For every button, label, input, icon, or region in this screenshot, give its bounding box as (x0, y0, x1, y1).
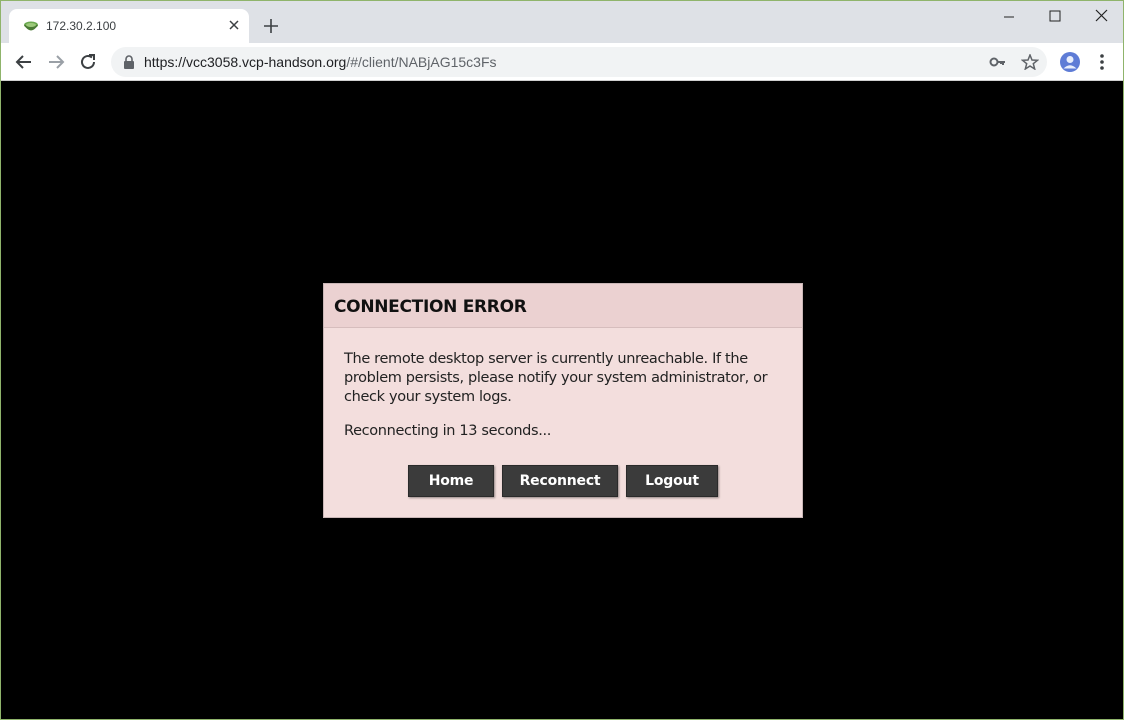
maximize-icon[interactable] (1032, 7, 1078, 27)
reconnect-button[interactable]: Reconnect (502, 465, 618, 497)
tab-title: 172.30.2.100 (46, 19, 117, 33)
kebab-menu-icon[interactable] (1093, 51, 1111, 73)
star-icon[interactable] (1021, 54, 1039, 70)
title-bar: 172.30.2.100 (1, 1, 1123, 43)
connection-error-dialog: CONNECTION ERROR The remote desktop serv… (323, 283, 803, 518)
url-path: /#/client/NABjAG15c3Fs (346, 54, 497, 70)
url-text: https://vcc3058.vcp-handson.org/#/client… (144, 54, 497, 70)
minimize-icon[interactable] (986, 7, 1032, 27)
url-origin: https://vcc3058.vcp-handson.org (144, 54, 347, 70)
browser-toolbar: https://vcc3058.vcp-handson.org/#/client… (1, 43, 1123, 81)
key-icon[interactable] (989, 54, 1007, 70)
dialog-message: The remote desktop server is currently u… (344, 351, 768, 405)
lock-icon[interactable] (123, 55, 135, 69)
close-tab-icon[interactable] (227, 18, 241, 32)
reload-icon[interactable] (77, 51, 99, 73)
back-icon[interactable] (13, 51, 35, 73)
home-button[interactable]: Home (408, 465, 494, 497)
address-bar[interactable]: https://vcc3058.vcp-handson.org/#/client… (111, 47, 1047, 77)
new-tab-icon[interactable] (263, 18, 279, 34)
guacamole-bowl-icon (24, 21, 38, 31)
close-icon[interactable] (1078, 7, 1124, 27)
dialog-title: CONNECTION ERROR (324, 284, 802, 328)
reconnect-countdown: Reconnecting in 13 seconds... (344, 423, 552, 439)
forward-icon[interactable] (45, 51, 67, 73)
logout-button[interactable]: Logout (626, 465, 718, 497)
browser-tab[interactable]: 172.30.2.100 (9, 9, 249, 43)
browser-window: 172.30.2.100 https://vcc3058.vcp-handson… (0, 0, 1124, 720)
avatar-icon[interactable] (1059, 51, 1081, 73)
